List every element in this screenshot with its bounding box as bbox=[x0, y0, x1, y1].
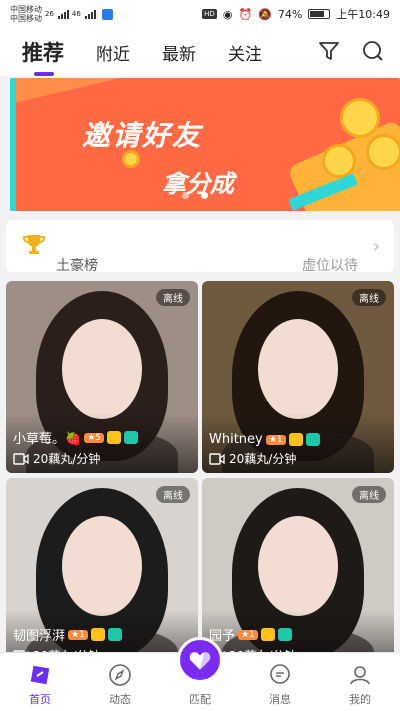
banner-decoration bbox=[10, 78, 120, 104]
level-value: 1 bbox=[249, 629, 255, 640]
user-card[interactable]: 离线 韧图浮湃 ★1 20藕丸/分钟 bbox=[6, 478, 198, 670]
top-nav: 推荐 附近 最新 关注 bbox=[0, 28, 400, 76]
battery-percent: 74% bbox=[277, 7, 303, 21]
level-badge: ★5 bbox=[84, 432, 104, 443]
hd-icon: HD bbox=[202, 9, 217, 19]
network-type-2: 46 bbox=[71, 10, 81, 18]
portrait-face bbox=[258, 516, 338, 616]
battery-icon bbox=[308, 9, 331, 19]
verified-badge-icon bbox=[305, 433, 320, 446]
verified-badge-icon bbox=[124, 431, 138, 444]
signal-icon-2 bbox=[84, 9, 96, 19]
rich-list-row[interactable]: 土豪榜 虚位以待 › bbox=[6, 220, 394, 274]
price-row: 20藕丸/分钟 bbox=[209, 450, 296, 467]
user-name-row: Whitney ★1 bbox=[209, 432, 320, 447]
mute-icon: 🔕 bbox=[258, 7, 272, 21]
vip-badge-icon bbox=[107, 431, 121, 444]
level-badge: ★1 bbox=[68, 629, 88, 640]
nav-match-label: 匹配 bbox=[189, 693, 211, 706]
verified-badge-icon bbox=[277, 628, 292, 641]
offline-badge: 离线 bbox=[352, 486, 386, 503]
network-type-1: 26 bbox=[45, 10, 54, 18]
user-name-row: 韧图浮湃 ★1 bbox=[13, 625, 122, 644]
level-badge: ★1 bbox=[238, 629, 258, 640]
rich-list-vacant: 虚位以待 bbox=[302, 258, 358, 274]
nav-profile[interactable]: 我的 bbox=[320, 653, 400, 711]
user-card[interactable]: 离线 园予 ★1 20藕丸/分钟 bbox=[202, 478, 394, 670]
nav-profile-label: 我的 bbox=[349, 693, 371, 706]
pagination-dot bbox=[182, 192, 189, 199]
user-name: 小草莓。🍓 bbox=[13, 432, 82, 447]
portrait-face bbox=[62, 319, 142, 419]
portrait-face bbox=[258, 319, 338, 419]
video-call-icon bbox=[209, 452, 225, 465]
user-card[interactable]: 离线 Whitney ★1 20藕丸/分钟 bbox=[202, 281, 394, 473]
tab-follow[interactable]: 关注 bbox=[228, 40, 262, 65]
offline-badge: 离线 bbox=[156, 289, 190, 306]
user-name: Whitney bbox=[209, 432, 263, 447]
eye-icon: ◉ bbox=[222, 7, 233, 21]
chevron-right-icon: › bbox=[372, 236, 380, 257]
nav-messages-label: 消息 bbox=[269, 693, 291, 706]
app-notification-icon bbox=[101, 8, 113, 20]
pagination-dot-active bbox=[201, 192, 208, 199]
banner-pagination bbox=[182, 192, 208, 199]
level-value: 1 bbox=[79, 629, 85, 640]
nav-messages[interactable]: 消息 bbox=[240, 653, 320, 711]
filter-icon[interactable] bbox=[318, 40, 340, 62]
trophy-icon bbox=[22, 235, 46, 254]
user-card[interactable]: 离线 小草莓。🍓 ★5 20藕丸/分钟 bbox=[6, 281, 198, 473]
heart-icon bbox=[189, 652, 211, 670]
nav-home[interactable]: 首页 bbox=[0, 653, 80, 711]
user-icon bbox=[350, 666, 370, 685]
rich-list-label: 土豪榜 bbox=[56, 258, 98, 274]
vip-badge-icon bbox=[90, 628, 105, 641]
carrier-info: 中国移动 中国移动 bbox=[10, 5, 42, 23]
level-value: 5 bbox=[95, 432, 101, 443]
user-name: 韧图浮湃 bbox=[13, 629, 66, 644]
coin-illustration bbox=[366, 134, 400, 170]
portrait-face bbox=[62, 516, 142, 616]
level-badge: ★1 bbox=[265, 434, 286, 445]
tab-latest[interactable]: 最新 bbox=[162, 40, 196, 65]
compass-icon bbox=[109, 664, 131, 686]
verified-badge-icon bbox=[107, 628, 122, 641]
tab-recommend[interactable]: 推荐 bbox=[22, 37, 64, 76]
carrier-2: 中国移动 bbox=[10, 14, 42, 23]
banner-title: 邀请好友 bbox=[82, 119, 203, 152]
match-button[interactable] bbox=[177, 637, 223, 683]
carrier-1: 中国移动 bbox=[10, 5, 42, 14]
status-bar: 中国移动 中国移动 26 46 HD ◉ ⏰ 🔕 74% 上午10:49 bbox=[0, 0, 400, 28]
alarm-icon: ⏰ bbox=[238, 7, 253, 21]
nav-home-label: 首页 bbox=[29, 693, 51, 706]
user-name-row: 小草莓。🍓 ★5 bbox=[13, 428, 138, 447]
search-icon[interactable] bbox=[362, 40, 384, 62]
signal-icon bbox=[57, 9, 69, 19]
home-icon bbox=[30, 665, 50, 685]
vip-badge-icon bbox=[288, 433, 303, 446]
level-value: 1 bbox=[276, 434, 283, 445]
coin-illustration bbox=[340, 98, 380, 138]
chat-icon bbox=[270, 664, 290, 684]
nav-moments[interactable]: 动态 bbox=[80, 653, 160, 711]
nav-moments-label: 动态 bbox=[109, 693, 131, 706]
price-row: 20藕丸/分钟 bbox=[13, 450, 100, 467]
clock: 上午10:49 bbox=[336, 8, 390, 21]
video-call-icon bbox=[13, 452, 29, 465]
banner-stripe bbox=[10, 78, 16, 211]
vip-badge-icon bbox=[260, 628, 275, 641]
call-price: 20藕丸/分钟 bbox=[33, 452, 101, 466]
offline-badge: 离线 bbox=[156, 486, 190, 503]
call-price: 20藕丸/分钟 bbox=[229, 452, 297, 466]
tab-nearby[interactable]: 附近 bbox=[96, 40, 130, 65]
user-name-row: 园予 ★1 bbox=[209, 625, 292, 644]
offline-badge: 离线 bbox=[352, 289, 386, 306]
